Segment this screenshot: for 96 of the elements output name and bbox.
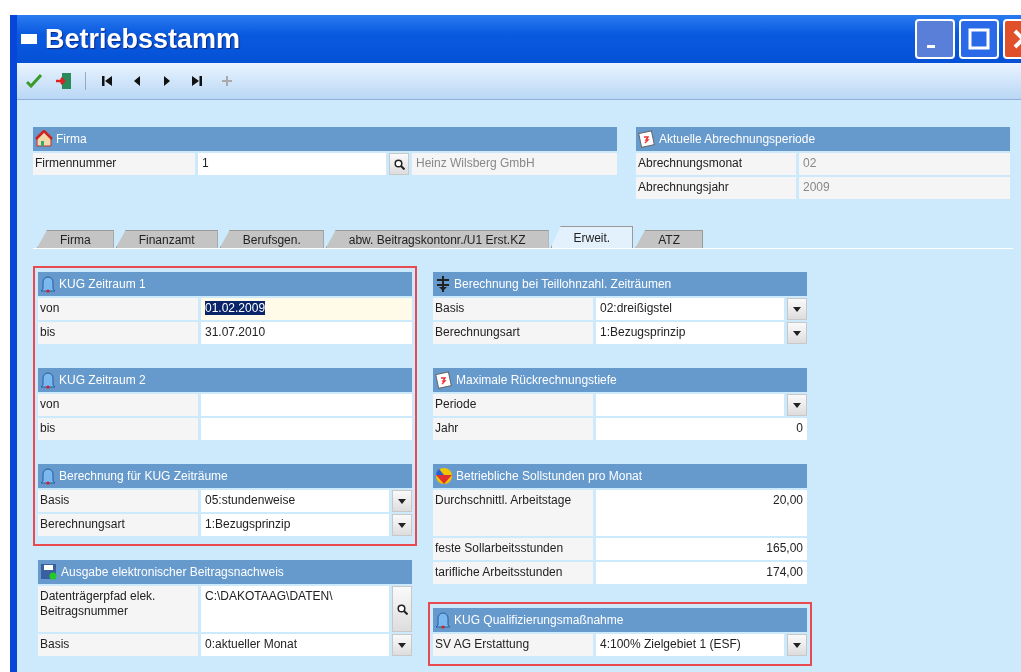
period-value: 02 xyxy=(799,153,1010,175)
number-field[interactable]: 0 xyxy=(596,418,807,440)
bell-icon xyxy=(40,371,56,389)
number-field[interactable]: 165,00 xyxy=(596,538,807,560)
section-title: Berechnung bei Teillohnzahl. Zeiträumen xyxy=(454,277,672,291)
minimize-button[interactable] xyxy=(915,19,955,59)
dropdown-button[interactable] xyxy=(392,634,412,656)
field-label: Periode xyxy=(433,394,593,416)
dropdown-field[interactable]: 05:stundenweise xyxy=(201,490,389,512)
maximize-icon xyxy=(968,28,990,50)
bell-icon xyxy=(40,467,56,485)
selected-text: 01.02.2009 xyxy=(205,301,266,315)
save-button[interactable] xyxy=(25,72,43,90)
house-icon xyxy=(35,130,53,148)
dropdown-button[interactable] xyxy=(787,322,807,344)
calendar-icon xyxy=(638,130,656,148)
field-label: SV AG Erstattung xyxy=(433,634,593,656)
field-label: Basis xyxy=(38,634,198,656)
calendar-icon xyxy=(435,371,453,389)
checkmark-icon xyxy=(26,74,42,88)
date-field[interactable] xyxy=(201,394,412,416)
caret-icon xyxy=(398,522,406,528)
field-label: Berechnungsart xyxy=(433,322,593,344)
field-label: von xyxy=(38,394,198,416)
field-label: bis xyxy=(38,322,198,344)
company-name: Heinz Wilsberg GmbH xyxy=(412,153,617,175)
skip-back-icon xyxy=(101,75,113,87)
section-title: KUG Zeitraum 2 xyxy=(59,373,146,387)
dropdown-button[interactable] xyxy=(392,490,412,512)
window-title: Betriebsstamm xyxy=(45,23,241,55)
date-field[interactable]: 01.02.2009 xyxy=(201,298,412,320)
section-title: Berechnung für KUG Zeiträume xyxy=(59,469,228,483)
scale-icon xyxy=(435,275,451,293)
dropdown-field[interactable]: 1:Bezugsprinzip xyxy=(201,514,389,536)
number-field[interactable]: 20,00 xyxy=(596,490,807,536)
caret-icon xyxy=(793,642,801,648)
dropdown-field[interactable] xyxy=(596,394,784,416)
caret-icon xyxy=(793,306,801,312)
dropdown-field[interactable]: 4:100% Zielgebiet 1 (ESF) xyxy=(596,634,784,656)
dropdown-button[interactable] xyxy=(787,634,807,656)
tab[interactable]: Erweit. xyxy=(550,226,634,248)
field-label: tarifliche Arbeitsstunden xyxy=(433,562,593,584)
tab[interactable]: abw. Beitragskontonr./U1 Erst.KZ xyxy=(325,230,549,248)
dropdown-field[interactable]: 1:Bezugsprinzip xyxy=(596,322,784,344)
search-icon xyxy=(396,603,408,615)
section-title: Maximale Rückrechnungstiefe xyxy=(456,373,617,387)
field-label: Datenträgerpfad elek. Beitragsnummer xyxy=(38,586,198,632)
field-label: Abrechnungsmonat xyxy=(636,153,796,175)
date-field[interactable]: 31.07.2010 xyxy=(201,322,412,344)
exit-door-icon xyxy=(55,72,73,90)
date-field[interactable] xyxy=(201,418,412,440)
field-label: Basis xyxy=(38,490,198,512)
period-value: 2009 xyxy=(799,177,1010,199)
dropdown-button[interactable] xyxy=(392,514,412,536)
section-title: Betriebliche Sollstunden pro Monat xyxy=(456,469,643,483)
field-label: Abrechnungsjahr xyxy=(636,177,796,199)
dropdown-button[interactable] xyxy=(787,394,807,416)
caret-icon xyxy=(793,330,801,336)
number-field[interactable]: 174,00 xyxy=(596,562,807,584)
browse-button[interactable] xyxy=(392,586,412,632)
caret-icon xyxy=(398,498,406,504)
path-field[interactable]: C:\DAKOTAAG\DATEN\ xyxy=(201,586,389,632)
bell-icon xyxy=(435,611,451,629)
tab[interactable]: Berufsgen. xyxy=(219,230,324,248)
section-title: Firma xyxy=(56,132,87,146)
dropdown-field[interactable]: 02:dreißigstel xyxy=(596,298,784,320)
field-label: Berechnungsart xyxy=(38,514,198,536)
maximize-button[interactable] xyxy=(959,19,999,59)
tab[interactable]: Finanzamt xyxy=(115,230,218,248)
minimize-icon xyxy=(927,44,935,48)
plus-icon xyxy=(221,75,233,87)
exit-button[interactable] xyxy=(55,72,73,90)
section-title: Aktuelle Abrechnungsperiode xyxy=(659,132,816,146)
ball-icon xyxy=(435,467,453,485)
field-label: von xyxy=(38,298,198,320)
dropdown-button[interactable] xyxy=(787,298,807,320)
search-icon xyxy=(393,158,405,170)
skip-forward-icon xyxy=(191,75,203,87)
tab[interactable]: Firma xyxy=(37,230,114,248)
field-label: Basis xyxy=(433,298,593,320)
field-label: Firmennummer xyxy=(33,153,195,175)
bell-icon xyxy=(40,275,56,293)
tab[interactable]: ATZ xyxy=(635,230,703,248)
caret-icon xyxy=(793,402,801,408)
caret-icon xyxy=(398,642,406,648)
field-label: Durchschnittl. Arbeitstage xyxy=(433,490,593,536)
section-title: KUG Zeitraum 1 xyxy=(59,277,146,291)
company-number-field[interactable]: 1 xyxy=(198,153,386,175)
field-label: feste Sollarbeitsstunden xyxy=(433,538,593,560)
field-label: Jahr xyxy=(433,418,593,440)
section-title: KUG Qualifizierungsmaßnahme xyxy=(454,613,624,627)
lookup-button[interactable] xyxy=(389,153,409,175)
dropdown-field[interactable]: 0:aktueller Monat xyxy=(201,634,389,656)
field-label: bis xyxy=(38,418,198,440)
section-title: Ausgabe elektronischer Beitragsnachweis xyxy=(61,565,284,579)
window-icon xyxy=(21,34,37,44)
